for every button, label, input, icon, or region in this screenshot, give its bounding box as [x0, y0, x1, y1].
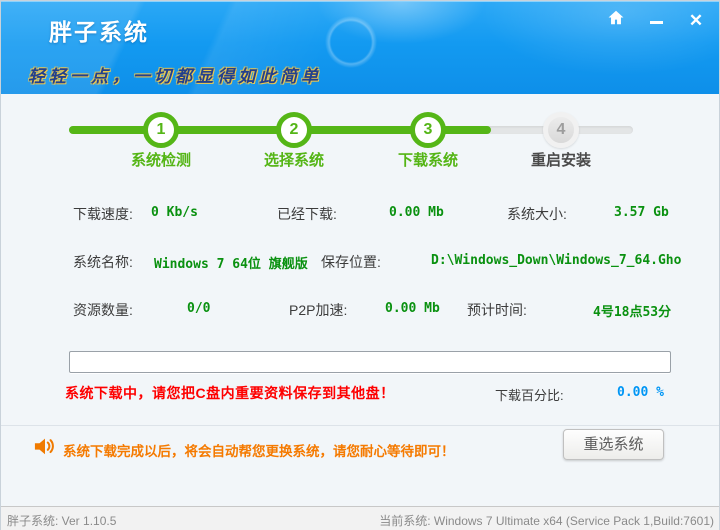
- close-button[interactable]: ✕: [683, 8, 709, 32]
- version-text: 胖子系统: Ver 1.10.5: [7, 512, 116, 529]
- p2p-value: 0.00 Mb: [385, 301, 440, 316]
- p2p-label: P2P加速:: [289, 300, 347, 320]
- reselect-system-button[interactable]: 重选系统: [563, 429, 664, 460]
- title-bar: 胖子系统 轻轻一点，一切都显得如此简单 ✕: [1, 1, 719, 94]
- percent-label: 下载百分比:: [495, 385, 564, 404]
- step-circle-1: 1: [143, 112, 179, 148]
- step-label-download-system: 下载系统: [368, 149, 488, 170]
- notice-divider: [1, 425, 719, 426]
- minimize-button[interactable]: [643, 8, 669, 32]
- app-window: 胖子系统 轻轻一点，一切都显得如此简单 ✕ 1 2 3 4 系统检测 选择系统 …: [0, 0, 720, 530]
- step-label-select-system: 选择系统: [234, 149, 354, 170]
- step-circle-2: 2: [276, 112, 312, 148]
- speaker-icon: [33, 435, 57, 462]
- auto-install-notice: 系统下载完成以后，将会自动帮您更换系统，请您耐心等待即可！: [63, 440, 455, 460]
- download-speed-label: 下载速度:: [73, 204, 133, 224]
- system-size-value: 3.57 Gb: [614, 205, 669, 220]
- home-button[interactable]: [603, 8, 629, 32]
- system-size-label: 系统大小:: [507, 204, 567, 224]
- download-progress-bar: [69, 351, 671, 373]
- step-circle-3: 3: [410, 112, 446, 148]
- resources-value: 0/0: [187, 301, 210, 316]
- step-circle-4: 4: [543, 112, 579, 148]
- close-icon: ✕: [689, 12, 703, 29]
- save-path-label: 保存位置:: [321, 252, 381, 272]
- eta-value: 4号18点53分: [593, 301, 671, 320]
- current-system-text: 当前系统: Windows 7 Ultimate x64 (Service Pa…: [379, 512, 714, 529]
- eta-label: 预计时间:: [467, 300, 527, 320]
- save-path-value: D:\Windows_Down\Windows_7_64.Gho: [431, 253, 681, 268]
- system-name-value: Windows 7 64位 旗舰版: [154, 253, 308, 272]
- step-label-restart-install: 重启安装: [501, 149, 621, 170]
- home-icon: [607, 9, 625, 31]
- download-warning-text: 系统下载中，请您把C盘内重要资料保存到其他盘！: [65, 383, 395, 403]
- download-speed-value: 0 Kb/s: [151, 205, 198, 220]
- downloaded-value: 0.00 Mb: [389, 205, 444, 220]
- app-title: 胖子系统: [49, 13, 149, 47]
- app-slogan: 轻轻一点，一切都显得如此简单: [28, 62, 322, 87]
- step-label-system-check: 系统检测: [101, 149, 221, 170]
- downloaded-label: 已经下载:: [277, 204, 337, 224]
- minimize-icon: [650, 21, 663, 24]
- percent-value: 0.00 %: [617, 385, 664, 400]
- status-bar: 胖子系统: Ver 1.10.5 当前系统: Windows 7 Ultimat…: [1, 506, 719, 530]
- system-name-label: 系统名称:: [73, 252, 133, 272]
- window-controls: ✕: [603, 8, 709, 32]
- resources-label: 资源数量:: [73, 300, 133, 320]
